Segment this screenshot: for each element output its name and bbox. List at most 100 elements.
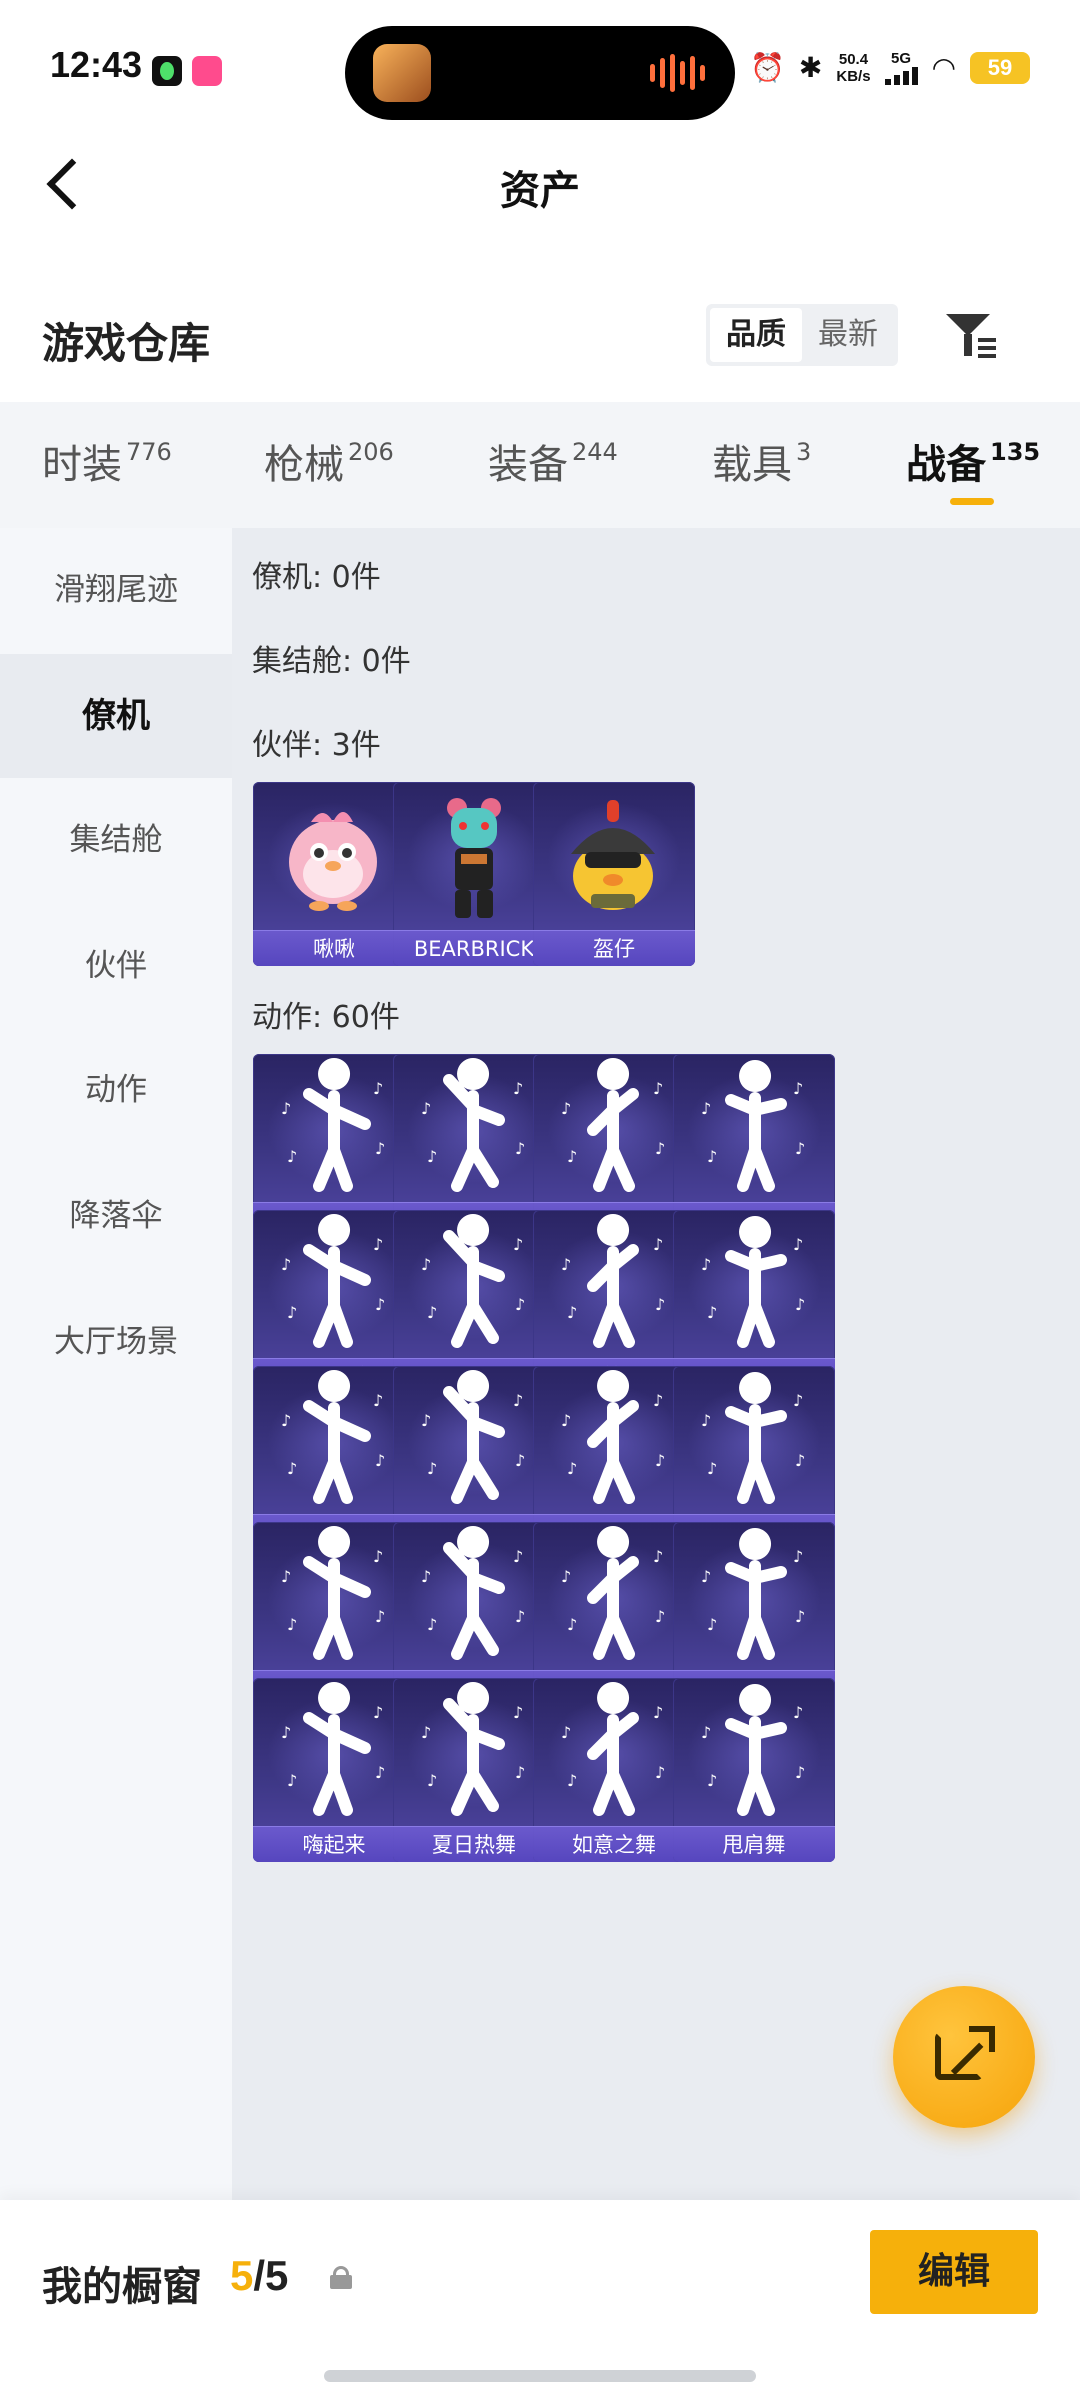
dancer-silhouette-icon: ♪ ♪ ♪ ♪: [421, 1370, 525, 1504]
music-note-icon: ♪: [427, 1459, 437, 1478]
emote-tile[interactable]: ♪ ♪ ♪ ♪ 夏日热舞: [393, 1678, 555, 1862]
video-app-icon: [192, 56, 222, 86]
section-title-emote: 动作: 60件: [252, 1000, 400, 1035]
dancer-silhouette-icon: ♪ ♪ ♪ ♪: [561, 1682, 665, 1816]
alarm-icon: ⏰: [750, 51, 785, 84]
music-note-icon: ♪: [793, 1547, 803, 1566]
active-tab-indicator: [950, 498, 994, 505]
music-note-icon: ♪: [515, 1451, 525, 1470]
dancer-silhouette-icon: ♪ ♪ ♪ ♪: [561, 1526, 665, 1660]
music-note-icon: ♪: [707, 1615, 717, 1634]
music-note-icon: ♪: [655, 1295, 665, 1314]
sort-quality-option[interactable]: 品质: [710, 308, 802, 362]
dancer-silhouette-icon: ♪ ♪ ♪ ♪: [561, 1370, 665, 1504]
status-icons: ⏰ ✱ 50.4 KB/s 5G ◠ 59: [750, 50, 1030, 85]
dancer-silhouette-icon: ♪ ♪ ♪ ♪: [701, 1684, 805, 1816]
dancer-silhouette-icon: ♪ ♪ ♪ ♪: [421, 1682, 525, 1816]
sidebar-item-parachute[interactable]: 降落伞: [0, 1154, 232, 1278]
music-note-icon: ♪: [655, 1763, 665, 1782]
music-note-icon: ♪: [793, 1703, 803, 1722]
music-note-icon: ♪: [795, 1607, 805, 1626]
dancer-silhouette-icon: ♪ ♪ ♪ ♪: [281, 1526, 385, 1660]
music-note-icon: ♪: [421, 1567, 431, 1586]
music-note-icon: ♪: [287, 1459, 297, 1478]
partner-tile[interactable]: BEARBRICK: [393, 782, 555, 966]
music-note-icon: ♪: [653, 1391, 663, 1410]
tab-firearms[interactable]: 枪械 206: [264, 432, 394, 490]
music-note-icon: ♪: [513, 1079, 523, 1098]
dynamic-island[interactable]: [345, 26, 735, 120]
sidebar-item-lobby-scene[interactable]: 大厅场景: [0, 1280, 232, 1404]
partner-tile[interactable]: 啾啾: [253, 782, 415, 966]
music-note-icon: ♪: [567, 1147, 577, 1166]
music-note-icon: ♪: [281, 1723, 291, 1742]
dancer-silhouette-icon: ♪ ♪ ♪ ♪: [701, 1372, 805, 1504]
music-note-icon: ♪: [561, 1099, 571, 1118]
music-note-icon: ♪: [655, 1607, 665, 1626]
music-note-icon: ♪: [793, 1079, 803, 1098]
music-app-icon: [152, 56, 182, 86]
tab-vehicles[interactable]: 载具 3: [712, 432, 811, 490]
sort-toggle: 品质 最新: [706, 304, 898, 366]
music-note-icon: ♪: [375, 1295, 385, 1314]
section-title-pod: 集结舱: 0件: [252, 644, 411, 679]
music-note-icon: ♪: [287, 1771, 297, 1790]
edit-button[interactable]: 编辑: [870, 2230, 1038, 2314]
sidebar-item-emote[interactable]: 动作: [0, 1028, 232, 1152]
share-button[interactable]: [893, 1986, 1035, 2128]
emote-tile[interactable]: ♪ ♪ ♪ ♪ 嗨起来: [253, 1678, 415, 1862]
music-note-icon: ♪: [287, 1615, 297, 1634]
music-note-icon: ♪: [653, 1547, 663, 1566]
filter-button[interactable]: [940, 306, 1000, 366]
lock-icon: [330, 2266, 352, 2289]
dancer-silhouette-icon: ♪ ♪ ♪ ♪: [701, 1216, 805, 1348]
emote-tile[interactable]: ♪ ♪ ♪ ♪ 甩肩舞: [673, 1678, 835, 1862]
filter-icon: [946, 314, 990, 336]
showcase-label: 我的橱窗: [42, 2264, 202, 2310]
music-note-icon: ♪: [701, 1255, 711, 1274]
music-note-icon: ♪: [375, 1763, 385, 1782]
network-type: 5G: [884, 50, 918, 85]
tab-battle-prep[interactable]: 战备 135: [906, 432, 1040, 490]
music-note-icon: ♪: [567, 1303, 577, 1322]
media-thumbnail: [373, 44, 431, 102]
sidebar-item-wingman[interactable]: 僚机: [0, 654, 232, 778]
status-time: 12:43: [50, 44, 143, 85]
section-title-wingman: 僚机: 0件: [252, 560, 381, 595]
music-note-icon: ♪: [793, 1391, 803, 1410]
music-note-icon: ♪: [701, 1723, 711, 1742]
item-label: 夏日热舞: [393, 1826, 555, 1862]
audio-wave-icon: [650, 54, 705, 92]
tab-fashion[interactable]: 时装 776: [42, 432, 172, 490]
music-note-icon: ♪: [513, 1235, 523, 1254]
section-title-partner: 伙伴: 3件: [252, 728, 381, 763]
warehouse-row: 游戏仓库 品质 最新: [0, 292, 1080, 382]
music-note-icon: ♪: [281, 1099, 291, 1118]
header: 资产: [0, 130, 1080, 240]
dancer-silhouette-icon: ♪ ♪ ♪ ♪: [281, 1058, 385, 1192]
music-note-icon: ♪: [375, 1607, 385, 1626]
music-note-icon: ♪: [567, 1615, 577, 1634]
music-note-icon: ♪: [567, 1771, 577, 1790]
bearbrick-icon: [447, 798, 501, 918]
bluetooth-icon: ✱: [798, 51, 823, 84]
music-note-icon: ♪: [373, 1703, 383, 1722]
sidebar-item-rally-pod[interactable]: 集结舱: [0, 778, 232, 902]
music-note-icon: ♪: [655, 1451, 665, 1470]
music-note-icon: ♪: [427, 1303, 437, 1322]
music-note-icon: ♪: [795, 1139, 805, 1158]
music-note-icon: ♪: [287, 1147, 297, 1166]
partner-tile[interactable]: 盔仔: [533, 782, 695, 966]
sidebar-item-glide-trail[interactable]: 滑翔尾迹: [0, 528, 232, 652]
dancer-silhouette-icon: ♪ ♪ ♪ ♪: [561, 1214, 665, 1348]
signal-icon: [884, 67, 918, 85]
home-indicator[interactable]: [324, 2370, 756, 2382]
bottom-bar: 我的橱窗 5/5 编辑: [0, 2200, 1080, 2400]
tab-equipment[interactable]: 装备 244: [488, 432, 618, 490]
sidebar-item-partner[interactable]: 伙伴: [0, 904, 232, 1028]
status-bar: 12:43 ⏰ ✱ 50.4 KB/s 5G ◠ 59: [0, 0, 1080, 130]
sort-newest-option[interactable]: 最新: [802, 308, 894, 362]
music-note-icon: ♪: [421, 1411, 431, 1430]
item-grid-area[interactable]: 僚机: 0件 集结舱: 0件 伙伴: 3件 啾啾 BEARBRICK 盔仔 动作…: [232, 528, 1080, 2200]
emote-tile[interactable]: ♪ ♪ ♪ ♪ 如意之舞: [533, 1678, 695, 1862]
